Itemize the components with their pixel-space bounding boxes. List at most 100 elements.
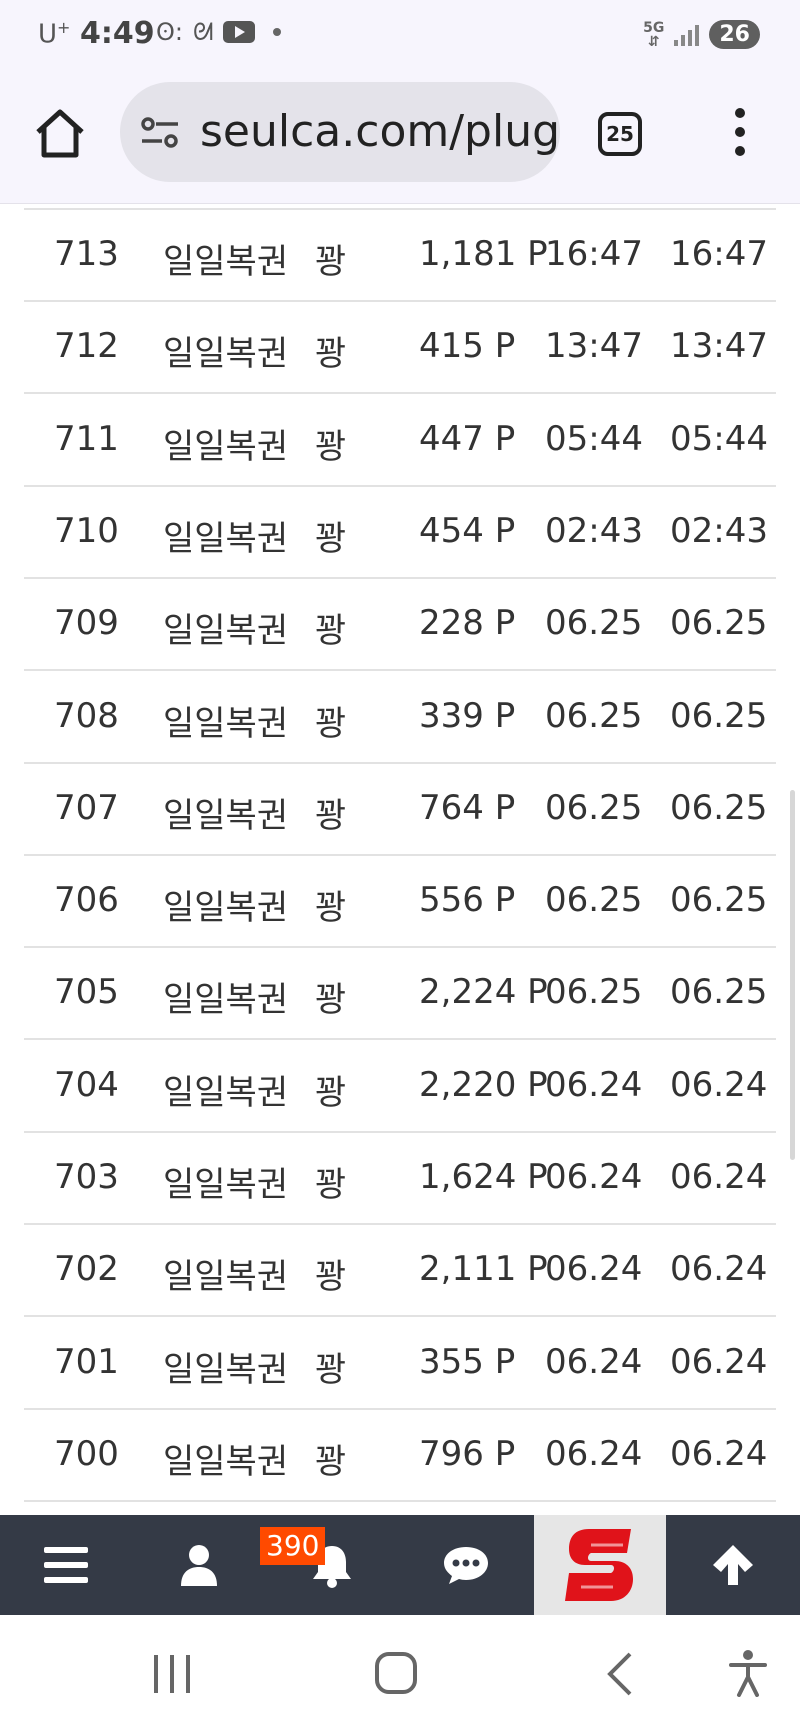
row-date-end: 06.24 (670, 1433, 768, 1474)
row-date-end: 06.25 (670, 695, 768, 736)
row-points: 228 P (419, 603, 516, 644)
clock: 4:49 (80, 16, 155, 51)
row-number: 709 (54, 603, 119, 644)
row-date: 06.24 (545, 1157, 643, 1197)
row-title: 일일복권 (163, 242, 289, 282)
row-title: 일일복권 (163, 1441, 289, 1482)
row-result: 꽝 (315, 1349, 347, 1390)
home-nav-icon[interactable] (374, 1651, 418, 1695)
url-text[interactable]: seulca.com/plugi (200, 106, 560, 157)
site-logo-icon (565, 1529, 633, 1601)
row-points: 415 P (419, 326, 516, 367)
table-row[interactable]: 706 일일복권 꽝 556 P 06.25 06.25 (24, 856, 776, 949)
home-icon[interactable] (32, 106, 88, 162)
menu-icon (44, 1547, 88, 1583)
row-date-end: 06.25 (670, 603, 768, 644)
row-result: 꽝 (315, 888, 347, 929)
row-result: 꽝 (315, 1257, 347, 1298)
row-result: 꽝 (315, 1072, 347, 1113)
chat-icon (444, 1547, 488, 1584)
row-title: 일일복권 (163, 888, 289, 929)
row-date: 06.24 (545, 1249, 643, 1290)
table-row[interactable]: 707 일일복권 꽝 764 P 06.25 06.25 (24, 764, 776, 856)
row-title: 일일복권 (163, 611, 289, 652)
row-date: 06.24 (545, 1433, 643, 1474)
table-row[interactable]: 710 일일복권 꽝 454 P 02:43 02:43 (24, 487, 776, 579)
row-title: 일일복권 (163, 1349, 289, 1390)
network-type: 5G ⇵ (643, 19, 665, 50)
site-logo-button[interactable] (534, 1515, 666, 1615)
row-result: 꽝 (315, 334, 347, 375)
more-notifications-dot (273, 28, 282, 36)
row-date: 06.25 (545, 880, 643, 921)
site-settings-icon[interactable] (140, 116, 180, 150)
table-row[interactable]: 708 일일복권 꽝 339 P 06.25 06.25 (24, 672, 776, 764)
system-navigation-bar (0, 1615, 800, 1734)
scrollbar[interactable] (790, 790, 795, 1160)
row-number: 706 (54, 880, 119, 921)
row-date-end: 06.24 (670, 1064, 768, 1105)
row-date-end: 02:43 (670, 510, 768, 551)
address-bar[interactable]: seulca.com/plugi (120, 82, 560, 182)
row-title: 일일복권 (163, 703, 289, 744)
row-points: 2,111 P (419, 1249, 548, 1290)
table-row[interactable]: 701 일일복권 꽝 355 P 06.24 06.24 (24, 1318, 776, 1410)
recent-apps-icon[interactable] (152, 1653, 192, 1695)
table-row[interactable]: 711 일일복권 꽝 447 P 05:44 05:44 (24, 395, 776, 487)
menu-button[interactable] (0, 1515, 132, 1615)
more-menu-icon[interactable] (730, 108, 750, 160)
tab-switcher-button[interactable]: 25 (598, 112, 642, 156)
table-row[interactable]: 705 일일복권 꽝 2,224 P 06.25 06.25 (24, 948, 776, 1041)
row-title: 일일복권 (163, 518, 289, 559)
row-number: 705 (54, 972, 119, 1013)
table-row[interactable]: 713 일일복권 꽝 1,181 P 16:47 16:47 (24, 210, 776, 302)
row-points: 355 P (419, 1341, 516, 1382)
table-row[interactable]: 712 일일복권 꽝 415 P 13:47 13:47 (24, 302, 776, 395)
row-result: 꽝 (315, 795, 347, 836)
row-title: 일일복권 (163, 980, 289, 1021)
row-date: 06.25 (545, 695, 643, 736)
row-number: 703 (54, 1157, 119, 1197)
row-date: 02:43 (545, 510, 643, 551)
row-result: 꽝 (315, 242, 347, 282)
row-number: 712 (54, 326, 119, 367)
youtube-icon (223, 21, 256, 43)
row-points: 556 P (419, 880, 516, 921)
table-row[interactable]: 704 일일복권 꽝 2,220 P 06.24 06.24 (24, 1041, 776, 1133)
notification-count-badge: 390 (260, 1527, 326, 1565)
accessibility-icon[interactable] (728, 1649, 768, 1697)
row-result: 꽝 (315, 980, 347, 1021)
row-number: 711 (54, 418, 119, 459)
row-date-end: 06.24 (670, 1249, 768, 1290)
row-date-end: 05:44 (670, 418, 768, 459)
table-row[interactable]: 703 일일복권 꽝 1,624 P 06.24 06.24 (24, 1133, 776, 1225)
signal-icon (674, 24, 700, 46)
row-date: 06.24 (545, 1341, 643, 1382)
table-row[interactable]: 709 일일복권 꽝 228 P 06.25 06.25 (24, 579, 776, 672)
row-points: 796 P (419, 1433, 516, 1474)
row-result: 꽝 (315, 518, 347, 559)
row-date-end: 16:47 (670, 234, 768, 274)
scroll-top-button[interactable] (667, 1515, 799, 1615)
row-points: 1,624 P (419, 1157, 548, 1197)
notification-icons: ʘ: ᘛ (156, 18, 282, 46)
row-points: 447 P (419, 418, 516, 459)
table-row[interactable]: 702 일일복권 꽝 2,111 P 06.24 06.24 (24, 1225, 776, 1318)
chat-button[interactable] (400, 1515, 532, 1615)
row-points: 764 P (419, 787, 516, 828)
back-icon[interactable] (604, 1651, 634, 1697)
table-row[interactable]: 700 일일복권 꽝 796 P 06.24 06.24 (24, 1410, 776, 1502)
row-date-end: 06.25 (670, 972, 768, 1013)
row-date: 13:47 (545, 326, 643, 367)
row-title: 일일복권 (163, 1257, 289, 1298)
profile-button[interactable] (133, 1515, 265, 1615)
row-points: 2,220 P (419, 1064, 548, 1105)
lottery-history-table: 713 일일복권 꽝 1,181 P 16:47 16:47 712 일일복권 꽝 415 P 13… (0, 205, 800, 1515)
row-date: 16:47 (545, 234, 643, 274)
browser-toolbar: seulca.com/plugi 25 (0, 76, 800, 204)
row-result: 꽝 (315, 703, 347, 744)
row-title: 일일복권 (163, 1072, 289, 1113)
row-number: 707 (54, 787, 119, 828)
row-result: 꽝 (315, 611, 347, 652)
row-result: 꽝 (315, 1441, 347, 1482)
